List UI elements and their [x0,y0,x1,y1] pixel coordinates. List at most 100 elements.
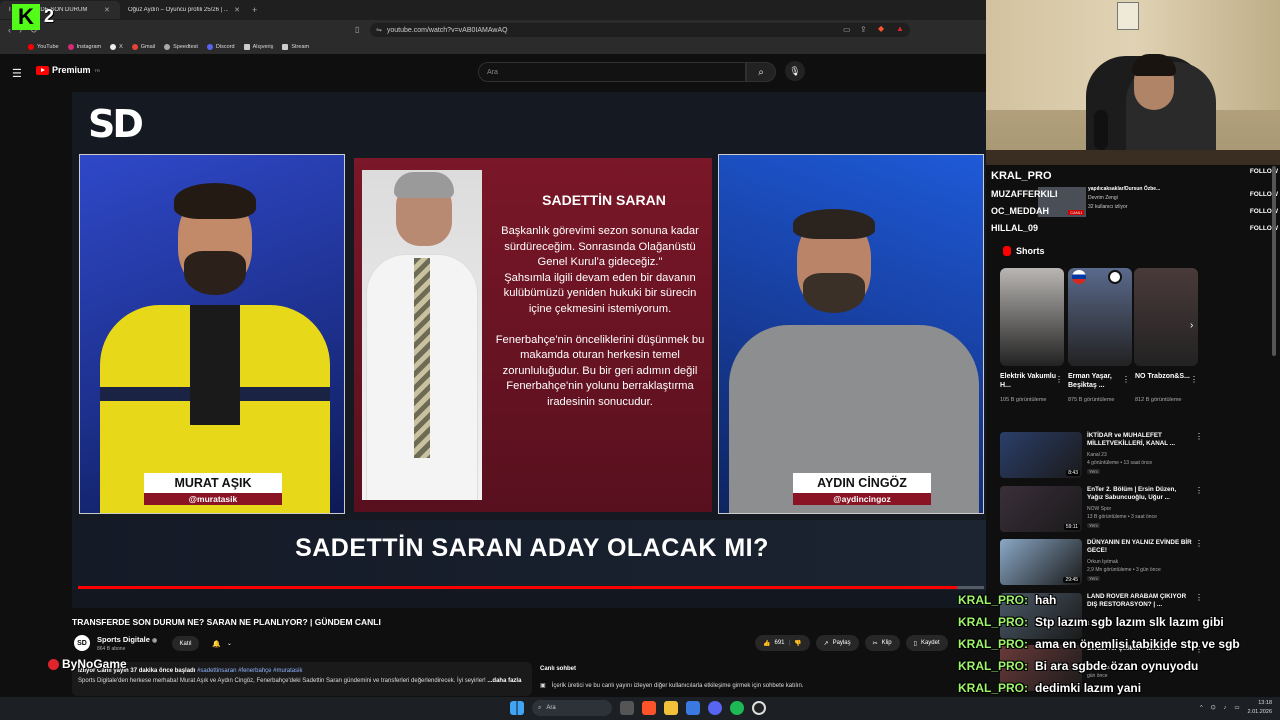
short-thumbnail[interactable] [1134,268,1198,366]
back-icon[interactable]: ‹ [8,25,11,35]
chat-username: KRAL_PRO: [958,659,1029,673]
share-arrow-icon: ↗ [823,640,829,647]
like-count: 691 [774,640,785,646]
shorts-icon [1003,246,1011,256]
new-badge: Yeni [1087,523,1100,528]
video-title[interactable]: İKTİDAR ve MUHALEFET MİLLETVEKİLLERİ, KA… [1087,432,1192,448]
notification-bell-button[interactable]: 🔔 ⌄ [204,636,240,651]
taskbar-search[interactable]: ⌕ Ara [532,700,612,716]
left-guest-panel: MURAT AŞIK @muratasik [79,154,345,514]
chevron-right-icon[interactable]: › [1190,320,1193,331]
new-tab-icon[interactable]: + [252,5,257,15]
video-description[interactable]: izliyor Canlı yayın 37 dakika önce başla… [72,662,532,696]
menu-icon[interactable]: ☰ [12,67,22,80]
video-player[interactable]: SD MURAT AŞIK @muratasik SADETTİN SARAN … [72,92,986,608]
short-thumbnail[interactable] [1068,268,1132,366]
close-tab-icon[interactable]: ✕ [104,6,110,14]
bookmark-folder-stream[interactable]: Stream [282,44,309,50]
short-thumbnail[interactable] [1000,268,1064,366]
bookmark-x[interactable]: X [110,44,123,50]
share-icon[interactable]: ⇪ [860,25,867,34]
bookmark-discord[interactable]: Discord [206,44,235,50]
microphone [1094,110,1108,150]
live-chat-title: Canlı sohbet [540,666,577,672]
brave-browser-icon[interactable] [642,701,656,715]
obs-icon[interactable] [752,701,766,715]
app-icon[interactable] [686,701,700,715]
bookmark-gmail[interactable]: Gmail [131,44,155,50]
address-bar[interactable]: ⇋ youtube.com/watch?v=vAB0IAMAwAQ [370,23,910,37]
portrait-hair [394,172,454,198]
voice-search-button[interactable]: 🎙 [785,61,805,81]
bookmark-folder-shopping[interactable]: Alışveriş [243,44,273,50]
chat-username: KRAL_PRO: [958,593,1029,607]
scissors-icon: ✂ [872,640,878,647]
windows-start-icon[interactable] [510,701,524,715]
more-options-icon[interactable]: ⋮ [1195,539,1203,548]
video-thumbnail[interactable]: 8:43 [1000,432,1082,478]
kick-logo: K [12,4,40,30]
short-title[interactable]: NO Trabzon&S... [1135,372,1195,381]
bookmark-instagram[interactable]: Instagram [67,44,101,50]
youtube-logo[interactable]: Premium TR [36,65,100,75]
cast-icon[interactable]: ▭ [843,25,851,34]
more-options-icon[interactable]: ⋮ [1195,432,1203,441]
discord-icon[interactable] [708,701,722,715]
video-title[interactable]: DÜNYANIN EN YALNIZ EVİNDE BİR GECE! [1087,539,1192,555]
browser-tab[interactable]: Oğuz Aydın – Oyuncu profili 25/26 | ... … [120,1,248,19]
clock-date: 2.01.2026 [1247,709,1272,715]
save-button[interactable]: ▯ Kaydet [905,635,948,651]
live-title: yapılıcaksaklar/Dursun Özbe... [1088,186,1161,192]
close-tab-icon[interactable]: ✕ [234,6,240,14]
more-options-icon[interactable]: ⋮ [1190,375,1198,384]
video-channel[interactable]: NOW Spor [1087,505,1192,513]
battery-icon[interactable]: ▭ [1234,705,1239,711]
clock[interactable]: 13:18 2.01.2026 [1248,699,1272,717]
follow-top-user: KRAL_PRO [991,170,1052,182]
bookmark-youtube[interactable]: YouTube [28,44,59,50]
brave-shield-icon[interactable]: ◆ [878,24,884,33]
video-progress-bar[interactable] [78,586,984,589]
player-bottom-strip [72,590,986,608]
bookmark-star-icon[interactable]: ▯ [355,25,359,34]
recommended-video[interactable]: 59:11 EnTer 2. Bölüm | Ersin Düzen, Yağız… [1000,486,1203,534]
clip-button[interactable]: ✂ Klip [864,635,900,651]
chevron-up-icon[interactable]: ^ [1200,705,1203,711]
channel-name[interactable]: Sports Digitale ◉ [97,635,157,644]
network-icon[interactable]: ⌬ [1211,705,1216,711]
description-tags[interactable]: #sadettinsaran #fenerbahçe #muratasik [197,668,302,674]
rewards-icon[interactable]: ▲ [896,24,904,33]
show-more-link[interactable]: ...daha fazla [487,678,521,684]
spotify-icon[interactable] [730,701,744,715]
folder-icon [243,44,250,50]
video-thumbnail[interactable]: 29:45 [1000,539,1082,585]
short-title[interactable]: Elektrik Vakumlu H... [1000,372,1060,390]
join-button[interactable]: Katıl [172,636,199,651]
share-button[interactable]: ↗ Paylaş [815,635,859,651]
search-input[interactable]: Ara [478,62,746,82]
volume-icon[interactable]: ♪ [1224,705,1227,711]
video-thumbnail[interactable]: 59:11 [1000,486,1082,532]
video-title[interactable]: EnTer 2. Bölüm | Ersin Düzen, Yağız Sabu… [1087,486,1192,502]
video-duration: 8:43 [1066,470,1080,476]
file-explorer-icon[interactable] [664,701,678,715]
channel-name-text: Sports Digitale [97,635,150,644]
short-title[interactable]: Erman Yaşar, Beşiktaş ... [1068,372,1128,390]
channel-avatar[interactable]: SD [74,635,90,651]
site-info-icon[interactable]: ⇋ [376,26,382,34]
recommended-video[interactable]: 29:45 DÜNYANIN EN YALNIZ EVİNDE BİR GECE!… [1000,539,1203,587]
sidebar-scrollbar[interactable] [1272,166,1276,356]
bookmark-speedtest[interactable]: Speedtest [164,44,198,50]
more-options-icon[interactable]: ⋮ [1195,486,1203,495]
channel-logo: SD [88,102,144,146]
recommended-video[interactable]: 8:43 İKTİDAR ve MUHALEFET MİLLETVEKİLLERİ… [1000,432,1203,480]
more-options-icon[interactable]: ⋮ [1055,375,1063,384]
more-options-icon[interactable]: ⋮ [1122,375,1130,384]
like-button[interactable]: 👍 691 | 👎 [755,635,810,651]
video-channel[interactable]: Orkun Işıtmak [1087,558,1192,566]
live-recommendation: yapılıcaksaklar/Dursun Özbe... Devrim Ze… [1088,185,1160,212]
task-view-icon[interactable] [620,701,634,715]
search-button[interactable]: ⌕ [746,62,776,82]
youtube-play-icon [36,65,49,75]
video-channel[interactable]: Kanal 23 [1087,451,1192,459]
